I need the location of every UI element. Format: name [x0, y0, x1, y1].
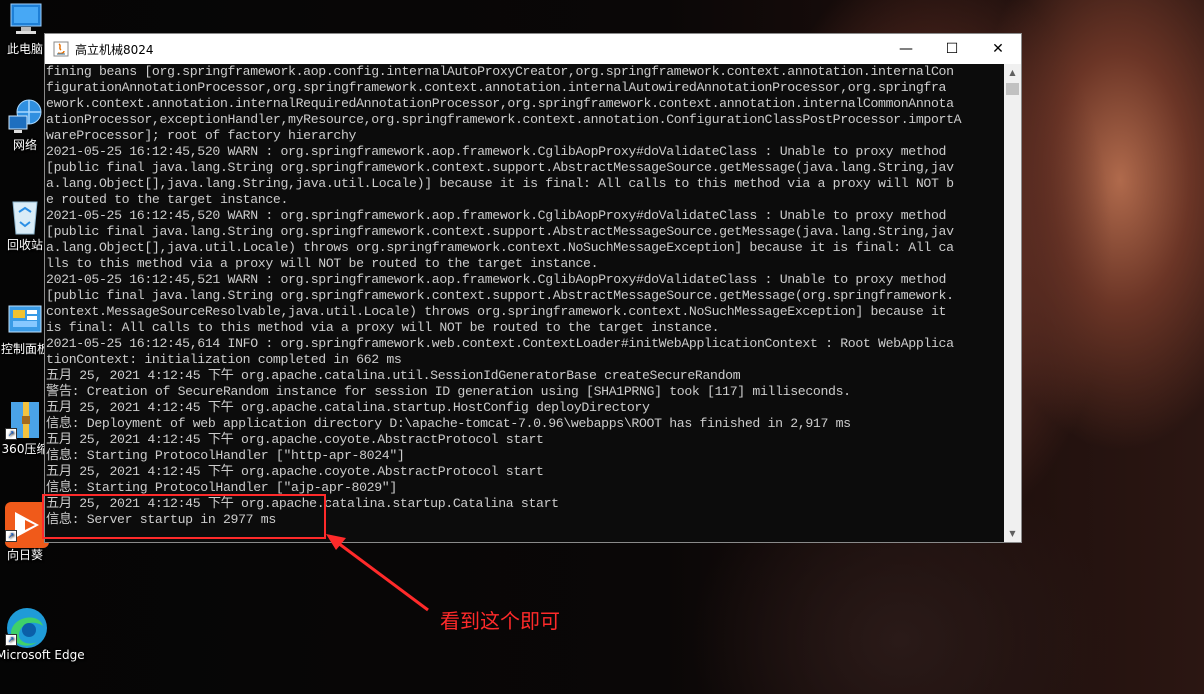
console-line: [public final java.lang.String org.sprin…	[46, 288, 954, 303]
desktop-icon-label: 回收站	[6, 238, 43, 252]
desktop-icon-label: 360压缩	[1, 442, 49, 456]
shortcut-arrow-icon: ↗	[5, 634, 17, 646]
console-line: 信息: Deployment of web application direct…	[46, 416, 851, 431]
edge-browser-icon: ↗	[5, 606, 47, 648]
desktop-icon-label: 向日葵	[6, 548, 43, 562]
annotation-text: 看到这个即可	[440, 609, 560, 633]
desktop-icon-recycle-bin[interactable]: 回收站	[0, 196, 50, 252]
zip-archive-icon: ↗	[5, 400, 45, 440]
console-line: 2021-05-25 16:12:45,614 INFO : org.sprin…	[46, 336, 954, 351]
console-text: fining beans [org.springframework.aop.co…	[45, 64, 1006, 528]
annotation-arrow	[326, 534, 429, 612]
console-line: [public final java.lang.String org.sprin…	[46, 224, 954, 239]
scroll-up-icon[interactable]: ▲	[1004, 64, 1021, 81]
console-line: figurationAnnotationProcessor,org.spring…	[46, 80, 947, 95]
desktop-icon-360zip[interactable]: ↗ 360压缩	[0, 400, 50, 456]
recycle-bin-icon	[5, 196, 45, 236]
desktop-icon-label: 网络	[12, 138, 37, 152]
close-icon: ✕	[992, 41, 1004, 57]
minimize-icon: —	[899, 41, 913, 57]
desktop-icon-label: Microsoft Edge	[0, 648, 85, 662]
console-line: 2021-05-25 16:12:45,520 WARN : org.sprin…	[46, 208, 947, 223]
console-line: 五月 25, 2021 4:12:45 下午 org.apache.coyote…	[46, 464, 544, 479]
console-output[interactable]: fining beans [org.springframework.aop.co…	[45, 64, 1006, 542]
console-line: a.lang.Object[],java.util.Locale) throws…	[46, 240, 954, 255]
console-line: 信息: Starting ProtocolHandler ["ajp-apr-8…	[46, 480, 397, 495]
console-line: 五月 25, 2021 4:12:45 下午 org.apache.catali…	[46, 400, 650, 415]
network-icon	[5, 96, 45, 136]
console-line: 五月 25, 2021 4:12:45 下午 org.apache.coyote…	[46, 432, 544, 447]
console-line: 2021-05-25 16:12:45,521 WARN : org.sprin…	[46, 272, 947, 287]
console-window[interactable]: 高立机械8024 — ☐ ✕ fining beans [org.springf…	[44, 33, 1022, 543]
close-button[interactable]: ✕	[975, 34, 1021, 64]
console-line: wareProcessor]; root of factory hierarch…	[46, 128, 357, 143]
maximize-icon: ☐	[945, 41, 959, 57]
console-line: e routed to the target instance.	[46, 192, 289, 207]
console-line: tionContext: initialization completed in…	[46, 352, 402, 367]
sunlogin-icon: ↗	[5, 502, 49, 548]
minimize-button[interactable]: —	[883, 34, 929, 64]
console-line: fining beans [org.springframework.aop.co…	[46, 64, 954, 79]
scrollbar-thumb[interactable]	[1006, 83, 1019, 95]
console-line: ework.context.annotation.internalRequire…	[46, 96, 954, 111]
highlight-box	[42, 494, 326, 539]
window-title: 高立机械8024	[75, 42, 154, 57]
control-panel-icon	[5, 300, 45, 340]
shortcut-arrow-icon: ↗	[5, 530, 17, 542]
console-line: context.MessageSourceResolvable,java.uti…	[46, 304, 947, 319]
computer-icon	[5, 0, 45, 40]
maximize-button[interactable]: ☐	[929, 34, 975, 64]
shortcut-arrow-icon: ↗	[5, 428, 17, 440]
desktop-icon-label: 控制面板	[0, 342, 49, 356]
title-bar[interactable]: 高立机械8024 — ☐ ✕	[45, 34, 1021, 64]
console-line: 警告: Creation of SecureRandom instance fo…	[46, 384, 851, 399]
console-line: [public final java.lang.String org.sprin…	[46, 160, 954, 175]
console-line: 信息: Starting ProtocolHandler ["http-apr-…	[46, 448, 405, 463]
vertical-scrollbar[interactable]: ▲ ▼	[1004, 64, 1021, 542]
console-line: lls to this method via a proxy will NOT …	[46, 256, 599, 271]
console-line: 2021-05-25 16:12:45,520 WARN : org.sprin…	[46, 144, 947, 159]
desktop-icon-edge[interactable]: ↗ Microsoft Edge	[0, 606, 85, 662]
desktop-icon-this-pc[interactable]: 此电脑	[0, 0, 50, 56]
java-app-icon	[53, 41, 69, 57]
console-line: is final: All calls to this method via a…	[46, 320, 720, 335]
desktop-icon-control-panel[interactable]: 控制面板	[0, 300, 50, 356]
console-line: a.lang.Object[],java.lang.String,java.ut…	[46, 176, 954, 191]
console-line: 五月 25, 2021 4:12:45 下午 org.apache.catali…	[46, 368, 741, 383]
desktop-icon-network[interactable]: 网络	[0, 96, 50, 152]
console-line: ationProcessor,exceptionHandler,myResour…	[46, 112, 962, 127]
desktop-icon-label: 此电脑	[6, 42, 43, 56]
scroll-down-icon[interactable]: ▼	[1004, 525, 1021, 542]
